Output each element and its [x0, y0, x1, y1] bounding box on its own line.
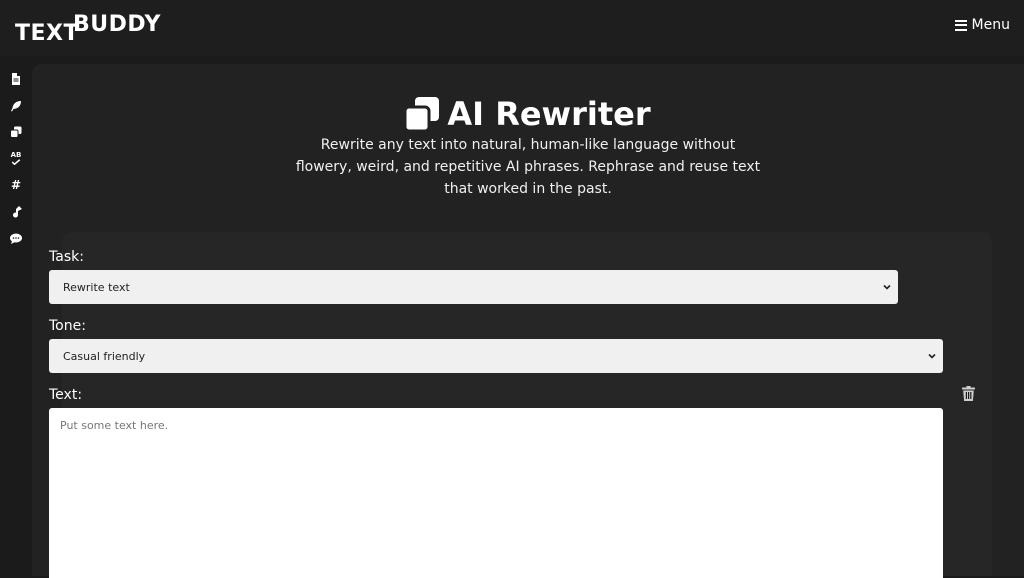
spellcheck-text: AB [10, 151, 22, 159]
feather-icon[interactable] [9, 99, 23, 113]
tone-select[interactable]: Casual friendly [49, 339, 943, 373]
copy-icon [405, 97, 440, 131]
page-title-text: AI Rewriter [447, 95, 651, 133]
task-select[interactable]: Rewrite text [49, 270, 898, 304]
music-icon[interactable] [9, 205, 23, 219]
sidebar: AB # [0, 56, 32, 576]
spellcheck-icon[interactable]: AB [9, 151, 23, 165]
text-input[interactable]: Put some text here. [49, 408, 943, 578]
task-label: Task: [49, 249, 84, 265]
top-navbar: TEXT BUDDY Menu [0, 0, 1024, 56]
page-description: Rewrite any text into natural, human-lik… [295, 137, 761, 197]
tone-label: Tone: [49, 318, 86, 334]
hamburger-icon [954, 19, 967, 31]
textbuddy-logo[interactable]: TEXT BUDDY [15, 12, 175, 46]
trash-icon[interactable] [962, 386, 976, 402]
document-icon[interactable] [9, 72, 23, 86]
page-title: AI Rewriter [32, 92, 1024, 136]
tone-select-value: Casual friendly [63, 349, 146, 363]
text-input-placeholder: Put some text here. [60, 419, 169, 432]
text-label: Text: [49, 387, 83, 403]
task-select-value: Rewrite text [63, 280, 130, 294]
chevron-down-icon [882, 282, 892, 292]
hashtag-icon[interactable]: # [9, 178, 23, 192]
hashtag-text: # [10, 178, 22, 192]
chat-icon[interactable] [9, 232, 23, 246]
menu-button[interactable]: Menu [954, 15, 1010, 35]
logo-word-buddy: BUDDY [73, 12, 161, 37]
copy-icon[interactable] [9, 125, 23, 139]
chevron-down-icon [927, 351, 937, 361]
logo-word-text: TEXT [15, 21, 80, 46]
menu-label: Menu [971, 17, 1010, 33]
